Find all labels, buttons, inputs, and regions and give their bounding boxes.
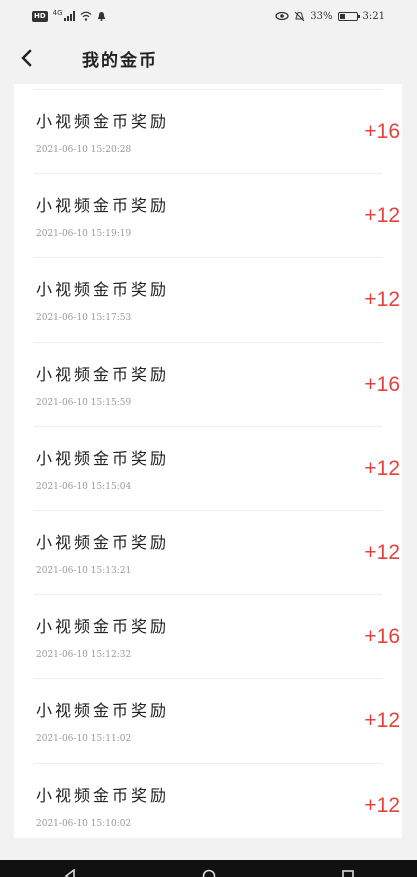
record-amount: +16 <box>364 372 400 396</box>
coin-record-card: 小视频金币奖励 2021-06-10 15:20:28 +16 小视频金币奖励 … <box>14 84 402 838</box>
system-nav-bar <box>0 860 417 877</box>
back-button[interactable] <box>6 38 46 78</box>
status-left: HD 4G <box>32 9 106 22</box>
record-title: 小视频金币奖励 <box>36 701 170 721</box>
record-amount: +12 <box>364 793 400 817</box>
eye-comfort-icon <box>275 11 289 21</box>
record-title: 小视频金币奖励 <box>36 196 170 216</box>
status-bar: HD 4G 33% 3:21 <box>0 0 417 32</box>
record-time: 2021-06-10 15:19:19 <box>36 229 132 240</box>
record-title: 小视频金币奖励 <box>36 280 170 300</box>
record-amount: +12 <box>364 540 400 564</box>
clock: 3:21 <box>362 10 385 22</box>
record-time: 2021-06-10 15:10:02 <box>36 818 132 829</box>
list-item: 小视频金币奖励 2021-06-10 15:20:28 +16 <box>34 90 400 175</box>
record-title: 小视频金币奖励 <box>36 785 170 805</box>
battery-icon <box>337 11 360 21</box>
page: HD 4G 33% 3:21 我的金币 小视频金币奖励 2021-06-10 1… <box>0 0 417 877</box>
battery-percent: 33% <box>310 10 333 22</box>
record-amount: +12 <box>364 288 400 312</box>
page-title: 我的金币 <box>82 50 158 71</box>
list-item: 小视频金币奖励 2021-06-10 15:19:19 +12 <box>34 174 400 259</box>
network-type: 4G <box>52 9 63 17</box>
record-time: 2021-06-10 15:15:59 <box>36 397 132 408</box>
record-amount: +12 <box>364 456 400 480</box>
record-title: 小视频金币奖励 <box>36 448 170 468</box>
chevron-left-icon <box>21 49 32 67</box>
hd-badge: HD <box>32 10 48 22</box>
app-header: 我的金币 <box>0 32 417 84</box>
record-time: 2021-06-10 15:13:21 <box>36 565 132 576</box>
record-title: 小视频金币奖励 <box>36 617 170 637</box>
triangle-back-icon[interactable] <box>63 869 77 877</box>
list-item: 小视频金币奖励 2021-06-10 15:17:53 +12 <box>34 258 400 343</box>
list-item: 小视频金币奖励 2021-06-10 15:10:02 +12 <box>34 764 400 839</box>
list-item: 小视频金币奖励 2021-06-10 15:13:21 +12 <box>34 511 400 596</box>
record-amount: +12 <box>364 709 400 733</box>
wifi-icon <box>80 11 91 21</box>
signal-icon <box>63 11 75 21</box>
record-time: 2021-06-10 15:15:04 <box>36 481 132 492</box>
circle-home-icon[interactable] <box>202 869 216 877</box>
notification-bell-icon <box>97 12 105 21</box>
list-item: 小视频金币奖励 2021-06-10 15:15:59 +16 <box>34 343 400 427</box>
record-time: 2021-06-10 15:11:02 <box>36 734 132 745</box>
record-amount: +16 <box>364 120 400 143</box>
record-title: 小视频金币奖励 <box>36 364 170 384</box>
record-amount: +16 <box>364 625 400 649</box>
mute-bell-icon <box>294 11 305 21</box>
list-item: 小视频金币奖励 2021-06-10 15:12:32 +16 <box>34 595 400 680</box>
square-recent-icon[interactable] <box>341 869 355 877</box>
record-time: 2021-06-10 15:20:28 <box>36 145 132 155</box>
record-time: 2021-06-10 15:17:53 <box>36 313 132 324</box>
record-amount: +12 <box>364 204 400 228</box>
record-time: 2021-06-10 15:12:32 <box>36 650 132 661</box>
record-title: 小视频金币奖励 <box>36 112 170 131</box>
list-item: 小视频金币奖励 2021-06-10 15:15:04 +12 <box>34 427 400 511</box>
list-item: 小视频金币奖励 2021-06-10 15:11:02 +12 <box>34 679 400 764</box>
record-title: 小视频金币奖励 <box>36 532 170 552</box>
coin-record-list[interactable]: 小视频金币奖励 2021-06-10 15:20:28 +16 小视频金币奖励 … <box>14 90 402 838</box>
status-right: 33% 3:21 <box>275 11 385 22</box>
